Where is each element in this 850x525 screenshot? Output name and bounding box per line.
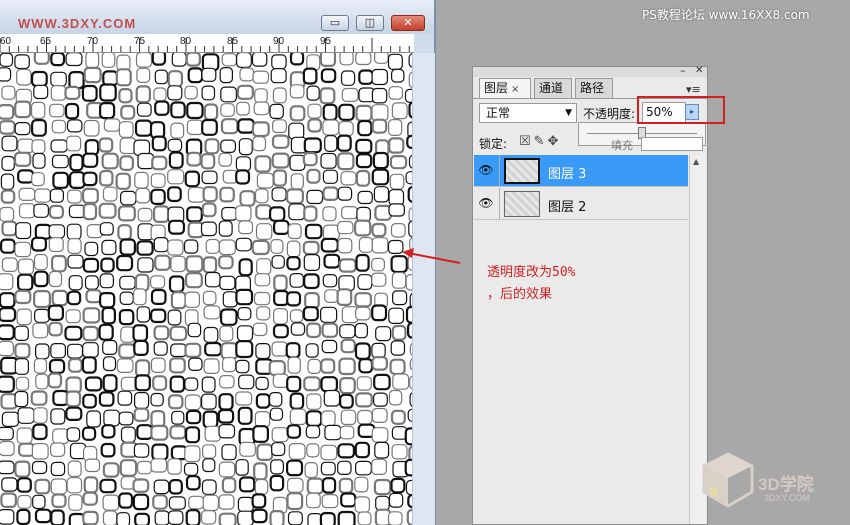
- layer-divider: [499, 155, 500, 186]
- layer-row[interactable]: 👁 图层 3: [474, 155, 688, 187]
- tab-paths[interactable]: 路径: [575, 78, 613, 98]
- maximize-button[interactable]: ◫: [356, 15, 384, 31]
- ruler-label: 85: [227, 36, 239, 47]
- blend-mode-value: 正常: [486, 106, 511, 120]
- ruler-label: 65: [40, 36, 52, 47]
- layer-name: 图层 2: [548, 200, 587, 215]
- panel-header-bar[interactable]: – ✕: [473, 64, 707, 77]
- ruler-label: 95: [320, 36, 332, 47]
- document-titlebar[interactable]: WWW.3DXY.COM ▭ ◫ ✕: [0, 0, 434, 34]
- layer-divider: [499, 188, 500, 219]
- lock-label: 锁定:: [479, 137, 508, 151]
- minimize-button[interactable]: ▭: [321, 15, 349, 31]
- horizontal-ruler[interactable]: 60 65 70 75 80 85 90 95: [0, 34, 414, 53]
- panel-close-icon[interactable]: ✕: [695, 65, 703, 76]
- tab-close-icon[interactable]: ×: [511, 84, 519, 95]
- chevron-down-icon: ▼: [565, 108, 572, 118]
- tab-label: 图层: [484, 81, 509, 95]
- layer-thumbnail: [504, 158, 540, 184]
- ruler-label: 60: [0, 36, 12, 47]
- layer-thumbnail: [504, 191, 540, 217]
- ruler-label: 90: [273, 36, 285, 47]
- annotation-line: 透明度改为50%: [487, 265, 576, 280]
- tab-layers[interactable]: 图层 ×: [479, 78, 531, 98]
- image-canvas[interactable]: [0, 53, 412, 525]
- annotation-text: 透明度改为50% ，后的效果: [487, 262, 575, 306]
- eye-icon[interactable]: 👁: [478, 163, 494, 177]
- opacity-label: 不透明度:: [583, 107, 636, 121]
- fill-label: 填充: [611, 139, 633, 152]
- stained-glass-texture: [0, 53, 412, 525]
- scroll-up-icon[interactable]: ▲: [693, 157, 699, 166]
- vertical-scrollbar[interactable]: [412, 53, 435, 525]
- cube-logo-icon: [702, 452, 754, 508]
- annotation-line: ，后的效果: [487, 287, 553, 302]
- ruler-ticks: [0, 38, 410, 52]
- site-logo: 3D学院 3DXY.COM: [700, 450, 845, 520]
- panel-menu-icon[interactable]: ▾≡: [686, 83, 701, 96]
- layer-row[interactable]: 👁 图层 2: [474, 188, 688, 220]
- tab-channels[interactable]: 通道: [534, 78, 572, 98]
- ruler-label: 80: [180, 36, 192, 47]
- logo-name: 3D学院: [758, 475, 814, 494]
- panel-minimize-icon[interactable]: –: [680, 64, 686, 77]
- lock-options-icon[interactable]: ☒✎✥: [519, 134, 561, 149]
- layer-name: 图层 3: [548, 167, 587, 182]
- fill-input[interactable]: [641, 137, 703, 151]
- annotation-arrow-icon: [402, 248, 461, 264]
- eye-icon[interactable]: 👁: [478, 196, 494, 210]
- close-button[interactable]: ✕: [391, 15, 425, 31]
- ruler-label: 70: [87, 36, 99, 47]
- document-title: WWW.3DXY.COM: [18, 16, 137, 31]
- opacity-highlight-box: [637, 96, 725, 124]
- logo-subtitle: 3DXY.COM: [764, 493, 810, 503]
- site-watermark: PS教程论坛 www.16XX8.com: [642, 8, 810, 22]
- blend-mode-select[interactable]: 正常 ▼: [479, 103, 577, 123]
- ruler-label: 75: [134, 36, 146, 47]
- document-window: WWW.3DXY.COM ▭ ◫ ✕ 60 65 70 75 80 85 90 …: [0, 0, 436, 525]
